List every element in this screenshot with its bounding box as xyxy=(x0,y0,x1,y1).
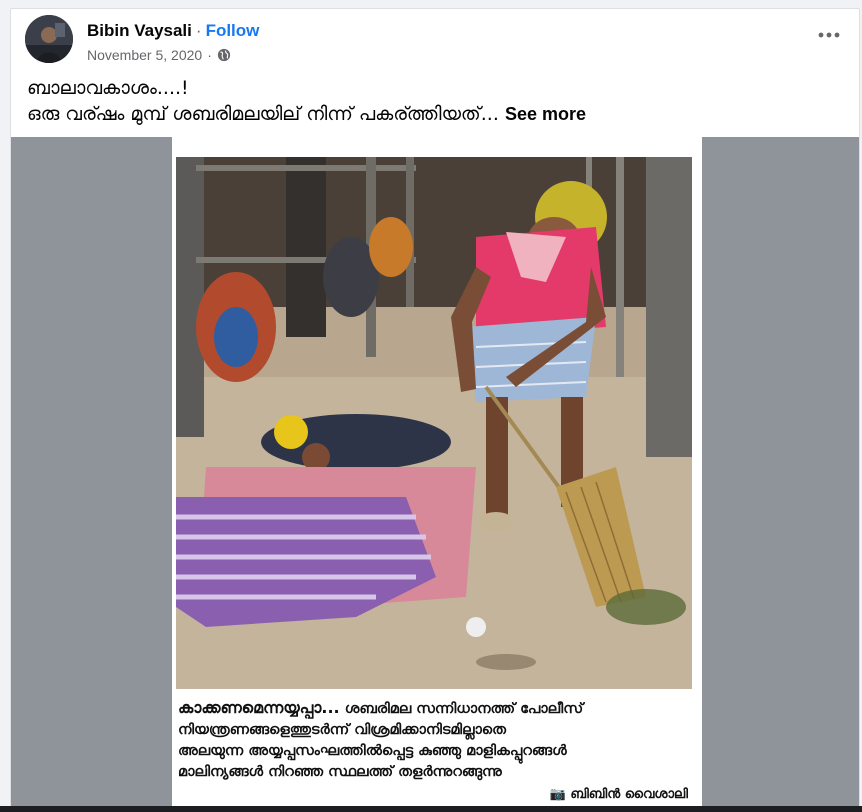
clipping-photo xyxy=(176,157,692,689)
clipping-caption: കാക്കണമെന്നയ്യപ്പാ... ശബരിമല സന്നിധാനത്ത… xyxy=(178,697,694,783)
date-separator: · xyxy=(207,47,212,63)
photo-credit: 📷 ബിബിൻ വൈശാലി xyxy=(550,787,688,802)
caption-line-2: നിയന്ത്രണങ്ങളെത്തുടർന്ന് വിശ്രമിക്കാനിടമ… xyxy=(178,722,506,738)
newspaper-clipping: കാക്കണമെന്നയ്യപ്പാ... ശബരിമല സന്നിധാനത്ത… xyxy=(172,137,702,812)
camera-icon: 📷 xyxy=(549,787,566,802)
avatar[interactable] xyxy=(25,15,73,63)
bottom-bar xyxy=(0,806,862,812)
more-options-button[interactable] xyxy=(813,23,845,47)
post-text-line-1: ബാലാവകാശം....! xyxy=(27,77,189,99)
post-text: ബാലാവകാശം....! ഒരു വര്ഷം മുമ്പ് ശബരിമലയി… xyxy=(27,75,843,127)
post-media[interactable]: കാക്കണമെന്നയ്യപ്പാ... ശബരിമല സന്നിധാനത്ത… xyxy=(11,137,859,812)
post-header: Bibin Vaysali · Follow November 5, 2020 · xyxy=(25,15,845,71)
post-meta: November 5, 2020 · xyxy=(87,47,231,63)
caption-line-4: മാലിന്യങ്ങൾ നിറഞ്ഞ സ്ഥലത്ത് തളർന്നുറങ്ങു… xyxy=(178,764,502,780)
post-card: Bibin Vaysali · Follow November 5, 2020 · xyxy=(10,8,860,812)
follow-button[interactable]: Follow xyxy=(206,21,260,40)
caption-line-1: കാക്കണമെന്നയ്യപ്പാ... ശബരിമല സന്നിധാനത്ത… xyxy=(178,697,694,720)
photo-scene xyxy=(176,157,692,689)
globe-icon xyxy=(217,48,231,62)
more-horizontal-icon xyxy=(818,32,840,38)
post-date[interactable]: November 5, 2020 xyxy=(87,47,202,63)
caption-title: കാക്കണമെന്നയ്യപ്പാ... xyxy=(178,698,340,717)
caption-line-1-rest: ശബരിമല സന്നിധാനത്ത് പോലീസ് xyxy=(339,701,584,717)
post-text-line-2-body: ഒരു വര്ഷം മുമ്പ് ശബരിമലയില് നിന്ന് പകര്ത… xyxy=(27,103,499,125)
post-text-line-2: ഒരു വര്ഷം മുമ്പ് ശബരിമലയില് നിന്ന് പകര്ത… xyxy=(27,101,843,127)
avatar-image xyxy=(25,15,73,63)
author-line: Bibin Vaysali · Follow xyxy=(87,21,259,41)
caption-line-3: അലയുന്ന അയ്യപ്പസംഘത്തിൽപ്പെട്ട കുഞ്ഞു മാ… xyxy=(178,743,567,759)
name-separator: · xyxy=(195,21,202,40)
photo-credit-name: ബിബിൻ വൈശാലി xyxy=(570,787,688,802)
see-more-link[interactable]: See more xyxy=(505,104,586,124)
page: Bibin Vaysali · Follow November 5, 2020 · xyxy=(0,0,862,812)
author-name[interactable]: Bibin Vaysali xyxy=(87,21,192,40)
